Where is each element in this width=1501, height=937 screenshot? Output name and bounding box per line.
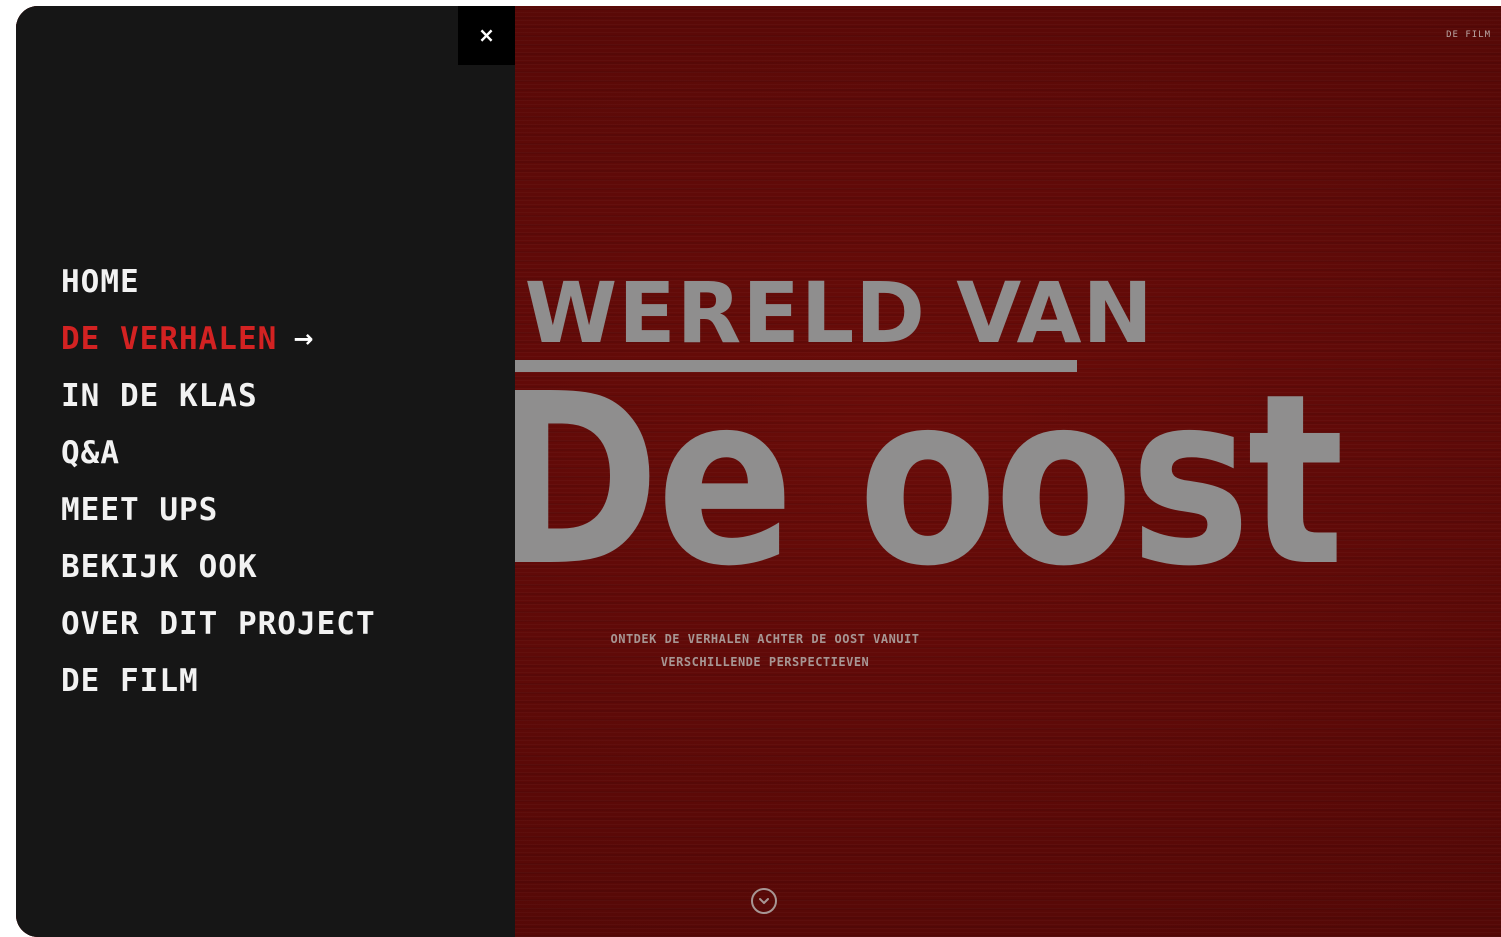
nav-item-de-verhalen[interactable]: DE VERHALEN → [61, 310, 376, 367]
navigation-panel: × HOME DE VERHALEN → IN DE KLAS Q&A MEET… [16, 6, 515, 937]
nav-item-label: MEET UPS [61, 491, 219, 528]
nav-item-in-de-klas[interactable]: IN DE KLAS [61, 367, 376, 424]
nav-item-label: DE VERHALEN [61, 320, 278, 357]
close-icon: × [478, 23, 495, 47]
nav-item-bekijk-ook[interactable]: BEKIJK OOK [61, 538, 376, 595]
nav-item-label: IN DE KLAS [61, 377, 258, 414]
nav-item-label: BEKIJK OOK [61, 548, 258, 585]
nav-item-over-dit-project[interactable]: OVER DIT PROJECT [61, 595, 376, 652]
nav-item-label: OVER DIT PROJECT [61, 605, 376, 642]
hero-subtitle-line2: VERSCHILLENDE PERSPECTIEVEN [660, 655, 870, 669]
hero-subtitle: ONTDEK DE VERHALEN ACHTER DE OOST VANUIT… [576, 628, 954, 674]
browser-window: DE FILM E WERELD VAN De oost ONTDEK DE V… [16, 6, 1501, 937]
nav-item-label: HOME [61, 263, 140, 300]
hero-title-line2: De oost [491, 343, 1344, 618]
top-nav-link-de-film[interactable]: DE FILM [1446, 30, 1491, 40]
nav-item-qa[interactable]: Q&A [61, 424, 376, 481]
nav-item-home[interactable]: HOME [61, 253, 376, 310]
nav-item-de-film[interactable]: DE FILM [61, 652, 376, 709]
scroll-down-button[interactable] [751, 888, 777, 914]
hero-subtitle-line1: ONTDEK DE VERHALEN ACHTER DE OOST VANUIT [610, 632, 920, 646]
nav-item-label: DE FILM [61, 662, 199, 699]
chevron-down-icon [759, 898, 769, 904]
arrow-right-icon: → [293, 324, 314, 353]
main-nav: HOME DE VERHALEN → IN DE KLAS Q&A MEET U… [61, 253, 376, 709]
nav-item-label: Q&A [61, 434, 120, 471]
close-menu-button[interactable]: × [458, 6, 515, 65]
nav-item-meet-ups[interactable]: MEET UPS [61, 481, 376, 538]
